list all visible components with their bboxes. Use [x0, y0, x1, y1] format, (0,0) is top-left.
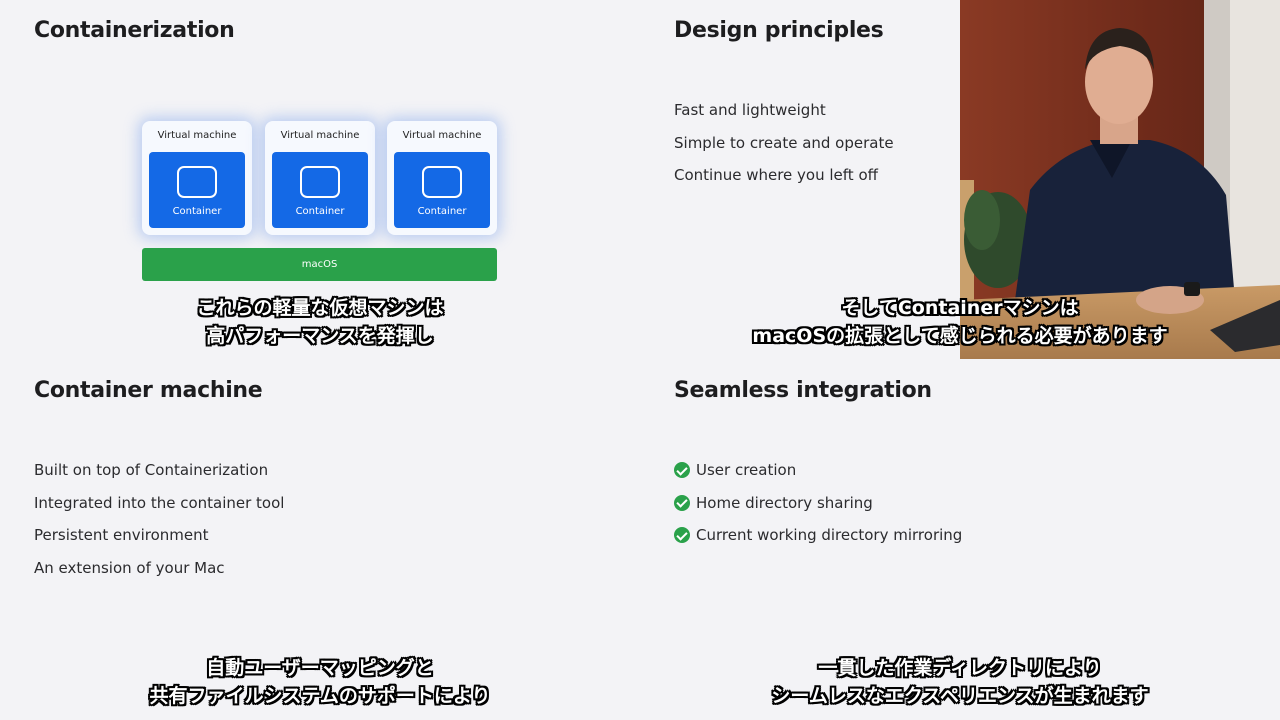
subtitle-line: これらの軽量な仮想マシンは — [196, 297, 444, 319]
list-item: User creation — [674, 460, 962, 493]
virtual-machine-box: Virtual machine Container — [142, 121, 252, 235]
slide-title: Container machine — [34, 378, 263, 403]
container-box: Container — [272, 152, 368, 228]
container-box: Container — [394, 152, 490, 228]
checkmark-circle-icon — [674, 462, 690, 478]
list-item: Current working directory mirroring — [674, 525, 962, 558]
subtitle-line: macOSの拡張として感じられる必要があります — [752, 325, 1168, 347]
virtual-machine-box: Virtual machine Container — [265, 121, 375, 235]
subtitle-caption: これらの軽量な仮想マシンは 高パフォーマンスを発揮し — [0, 294, 640, 350]
window-outline-icon — [300, 166, 340, 198]
list-item: An extension of your Mac — [34, 558, 225, 577]
virtual-machine-label: Virtual machine — [402, 130, 482, 141]
subtitle-line: 共有ファイルシステムのサポートにより — [149, 685, 491, 707]
virtual-machine-label: Virtual machine — [157, 130, 237, 141]
subtitle-line: 高パフォーマンスを発揮し — [206, 325, 434, 347]
containerization-slide: Containerization Virtual machine Contain… — [0, 0, 640, 360]
subtitle-caption: そしてContainerマシンは macOSの拡張として感じられる必要があります — [640, 294, 1280, 350]
container-machine-slide: Container machine Built on top of Contai… — [0, 360, 640, 720]
checkmark-circle-icon — [674, 494, 690, 511]
video-frame: Containerization Virtual machine Contain… — [0, 0, 1280, 720]
subtitle-line: 一貫した作業ディレクトリにより — [818, 657, 1102, 679]
window-outline-icon — [422, 166, 462, 198]
slide-title: Containerization — [34, 18, 235, 43]
list-item: Persistent environment — [34, 526, 209, 545]
seamless-integration-slide: Seamless integration User creation Home … — [640, 360, 1280, 720]
container-label: Container — [295, 206, 345, 217]
slide-title: Seamless integration — [674, 378, 932, 403]
list-item: Fast and lightweight — [674, 101, 826, 119]
features-list: Built on top of Containerization Integra… — [34, 460, 284, 590]
checkmark-circle-icon — [674, 527, 690, 544]
window-outline-icon — [177, 166, 217, 198]
list-item: Continue where you left off — [674, 166, 878, 185]
list-item: Built on top of Containerization — [34, 461, 269, 479]
virtual-machine-box: Virtual machine Container — [387, 121, 497, 235]
subtitle-line: そしてContainerマシンは — [841, 297, 1079, 319]
subtitle-line: シームレスなエクスペリエンスが生まれます — [771, 685, 1149, 707]
container-label: Container — [172, 206, 222, 217]
list-item: Integrated into the container tool — [34, 493, 285, 512]
integration-list: User creation Home directory sharing Cur… — [674, 460, 962, 558]
principles-list: Fast and lightweight Simple to create an… — [674, 100, 894, 198]
container-box: Container — [149, 152, 245, 228]
list-item: Simple to create and operate — [674, 133, 894, 152]
list-item: Home directory sharing — [674, 493, 962, 526]
container-label: Container — [417, 206, 467, 217]
subtitle-caption: 自動ユーザーマッピングと 共有ファイルシステムのサポートにより — [0, 654, 640, 710]
subtitle-caption: 一貫した作業ディレクトリにより シームレスなエクスペリエンスが生まれます — [640, 654, 1280, 710]
macos-host-bar: macOS — [142, 248, 497, 281]
slide-title: Design principles — [674, 18, 884, 43]
subtitle-line: 自動ユーザーマッピングと — [206, 657, 434, 679]
virtual-machine-label: Virtual machine — [280, 130, 360, 141]
